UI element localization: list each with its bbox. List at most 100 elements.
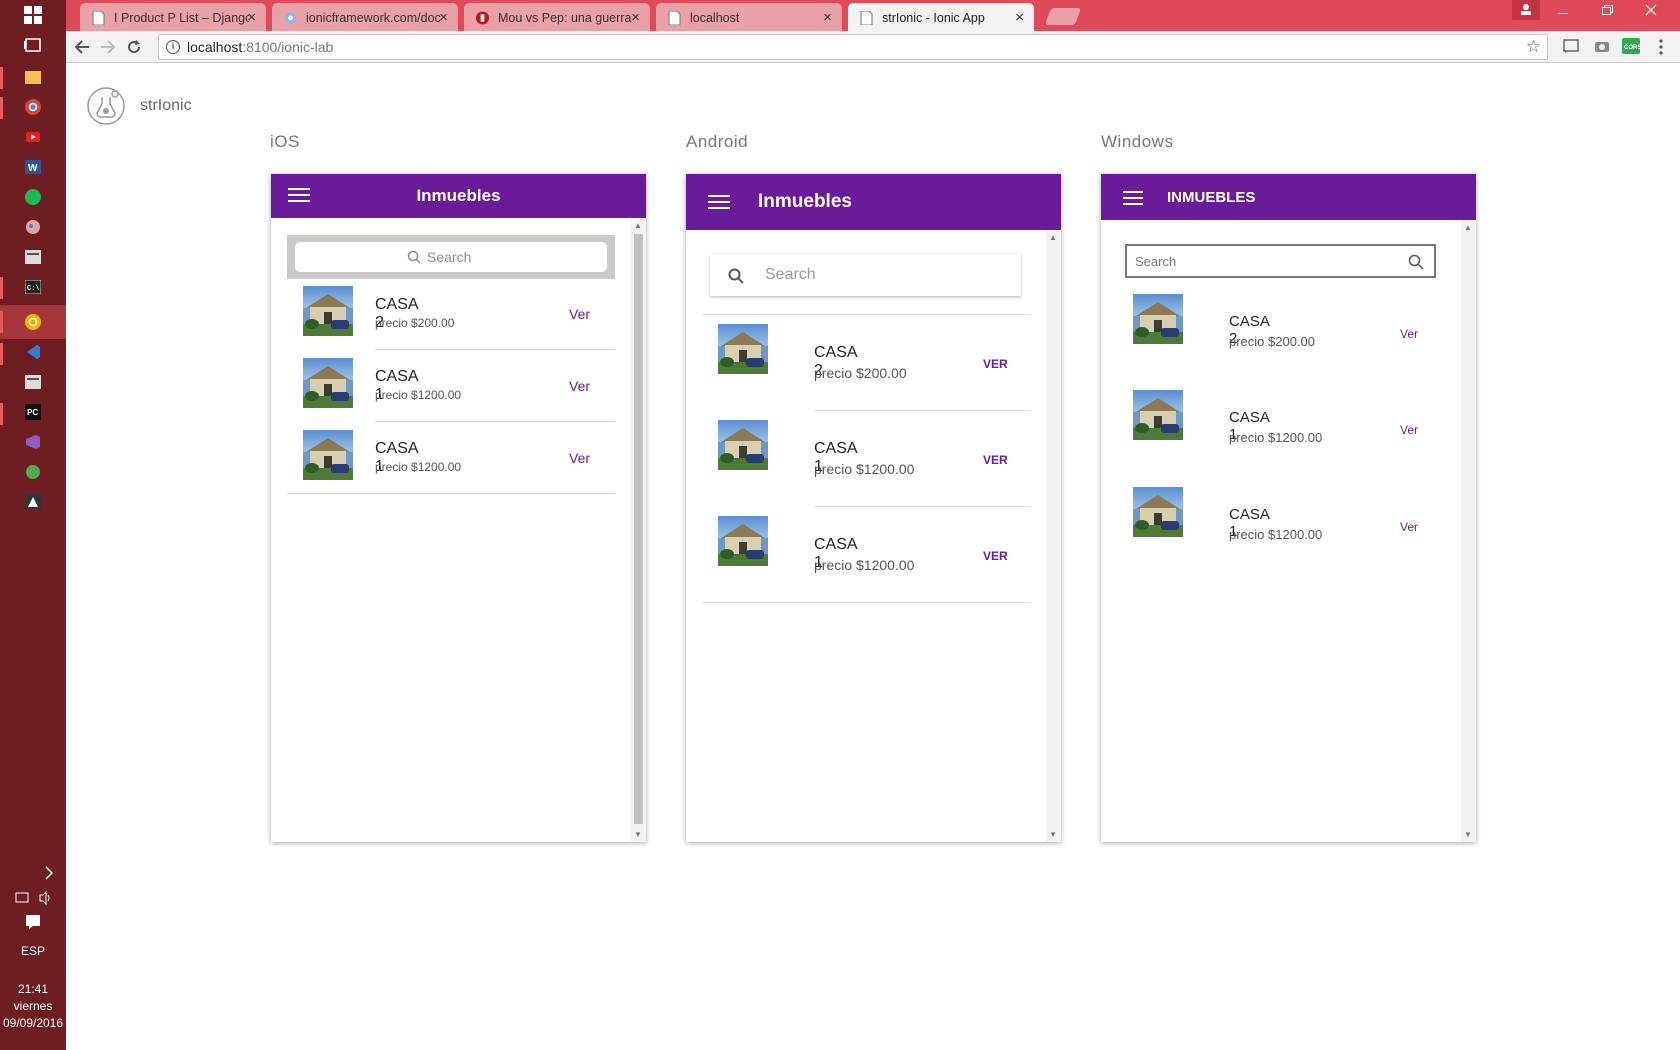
close-icon[interactable]: × bbox=[631, 9, 640, 26]
camera-icon[interactable] bbox=[1593, 38, 1611, 56]
scroll-thumb[interactable] bbox=[634, 234, 643, 824]
ver-button[interactable]: Ver bbox=[1400, 520, 1418, 534]
ver-button[interactable]: VER bbox=[983, 453, 1008, 467]
menu-kebab-icon[interactable] bbox=[1652, 38, 1670, 56]
tab-django[interactable]: I Product P List – Django × bbox=[80, 3, 266, 31]
search-input[interactable]: Search bbox=[295, 242, 607, 272]
scrollbar[interactable]: ▲ ▼ bbox=[631, 218, 646, 842]
tab-label: strIonic - Ionic App bbox=[882, 11, 985, 25]
minimize-button[interactable] bbox=[1546, 3, 1580, 21]
tab-label: ionicframework.com/doc bbox=[306, 11, 441, 25]
app-icon[interactable] bbox=[24, 373, 42, 391]
search-input[interactable]: Search bbox=[710, 254, 1021, 296]
search-input[interactable]: Search bbox=[1125, 244, 1436, 278]
cors-extension-icon[interactable]: CORS bbox=[1622, 38, 1641, 56]
command-prompt-icon[interactable]: C:\ bbox=[24, 278, 42, 296]
pycharm-icon[interactable]: PC bbox=[24, 403, 42, 421]
app-icon[interactable] bbox=[24, 248, 42, 266]
app-globe-icon[interactable] bbox=[24, 463, 42, 481]
svg-text:CORS: CORS bbox=[1624, 45, 1640, 51]
windows-start-icon[interactable] bbox=[24, 6, 42, 24]
android-toolbar: Inmuebles bbox=[686, 174, 1061, 230]
tab-localhost[interactable]: localhost × bbox=[656, 3, 842, 31]
taskbar-running-indicator bbox=[0, 311, 3, 333]
house-thumbnail bbox=[718, 420, 768, 470]
ver-button[interactable]: VER bbox=[983, 357, 1008, 371]
word-icon[interactable]: W bbox=[24, 158, 42, 176]
scroll-up-icon[interactable]: ▲ bbox=[1049, 233, 1057, 242]
windows-taskbar: W C:\ PC ESP 21:41 viernes 09/09/2016 bbox=[0, 0, 66, 1050]
app-icon[interactable] bbox=[24, 493, 42, 511]
chrome-icon[interactable] bbox=[24, 98, 42, 116]
search-icon bbox=[728, 268, 744, 284]
page-title: INMUEBLES bbox=[1167, 189, 1256, 206]
clock-date[interactable]: 09/09/2016 bbox=[0, 1015, 66, 1032]
restore-button[interactable] bbox=[1590, 3, 1624, 21]
spotify-icon[interactable] bbox=[24, 188, 42, 206]
ver-button[interactable]: Ver bbox=[569, 450, 590, 466]
ver-button[interactable]: Ver bbox=[569, 306, 590, 322]
svg-text:C:\: C:\ bbox=[27, 285, 40, 293]
close-icon bbox=[1645, 4, 1657, 16]
close-icon[interactable]: × bbox=[1015, 9, 1024, 26]
new-tab-button[interactable] bbox=[1044, 8, 1082, 25]
youtube-icon[interactable] bbox=[24, 128, 42, 146]
paint-icon[interactable] bbox=[24, 218, 42, 236]
network-volume-icons[interactable] bbox=[14, 889, 54, 907]
back-button[interactable] bbox=[71, 36, 93, 58]
item-price: precio $1200.00 bbox=[814, 461, 915, 477]
item-price: precio $1200.00 bbox=[375, 460, 462, 474]
tab-mou-vs-pep[interactable]: Mou vs Pep: una guerra d × bbox=[464, 3, 650, 31]
taskbar-running-indicator bbox=[0, 277, 3, 299]
platform-label-ios: iOS bbox=[270, 132, 300, 151]
close-icon[interactable]: × bbox=[823, 9, 832, 26]
info-icon[interactable]: i bbox=[166, 40, 180, 54]
bookmark-star-icon[interactable]: ☆ bbox=[1526, 35, 1541, 59]
input-language[interactable]: ESP bbox=[0, 943, 66, 960]
scrollbar[interactable]: ▲ ▼ bbox=[1046, 230, 1061, 842]
task-view-icon[interactable] bbox=[24, 36, 42, 54]
scroll-up-icon[interactable]: ▲ bbox=[634, 221, 642, 230]
tab-ionic-docs[interactable]: ionicframework.com/doc × bbox=[272, 3, 458, 31]
scrollbar[interactable]: ▲ ▼ bbox=[1461, 220, 1476, 842]
notifications-icon[interactable] bbox=[24, 913, 42, 931]
scroll-down-icon[interactable]: ▼ bbox=[1464, 830, 1472, 839]
scroll-down-icon[interactable]: ▼ bbox=[634, 830, 642, 839]
ver-button[interactable]: Ver bbox=[1400, 327, 1418, 341]
house-thumbnail bbox=[718, 324, 768, 374]
browser-toolbar: i localhost:8100/ionic-lab ☆ CORS bbox=[66, 31, 1680, 63]
ver-button[interactable]: Ver bbox=[1400, 423, 1418, 437]
house-thumbnail bbox=[1133, 487, 1183, 537]
close-icon[interactable]: × bbox=[439, 9, 448, 26]
taskbar-running-indicator bbox=[0, 343, 3, 365]
cast-icon[interactable] bbox=[1562, 38, 1580, 56]
item-price: precio $200.00 bbox=[375, 316, 455, 330]
visual-studio-icon[interactable] bbox=[24, 433, 42, 451]
ver-button[interactable]: VER bbox=[983, 549, 1008, 563]
divider bbox=[702, 314, 1030, 315]
menu-icon[interactable] bbox=[708, 195, 730, 211]
house-thumbnail bbox=[1133, 294, 1183, 344]
ver-button[interactable]: Ver bbox=[569, 378, 590, 394]
page-icon bbox=[860, 11, 873, 25]
menu-icon[interactable] bbox=[1123, 191, 1143, 207]
forward-button[interactable] bbox=[97, 36, 119, 58]
chrome-canary-icon[interactable] bbox=[24, 313, 42, 331]
clock-time[interactable]: 21:41 bbox=[0, 981, 66, 998]
divider bbox=[702, 602, 1030, 603]
chevron-right-icon[interactable] bbox=[40, 864, 58, 882]
profile-button[interactable] bbox=[1512, 0, 1540, 20]
clock-day[interactable]: viernes bbox=[0, 998, 66, 1015]
divider bbox=[814, 410, 1030, 411]
scroll-up-icon[interactable]: ▲ bbox=[1464, 223, 1472, 232]
vscode-icon[interactable] bbox=[24, 343, 42, 361]
house-thumbnail bbox=[303, 358, 353, 408]
scroll-down-icon[interactable]: ▼ bbox=[1049, 830, 1057, 839]
close-window-button[interactable] bbox=[1634, 3, 1668, 21]
reload-button[interactable] bbox=[123, 36, 145, 58]
file-explorer-icon[interactable] bbox=[24, 68, 42, 86]
close-icon[interactable]: × bbox=[247, 9, 256, 26]
tab-label: localhost bbox=[690, 11, 740, 25]
address-bar[interactable]: i localhost:8100/ionic-lab ☆ bbox=[158, 34, 1548, 60]
tab-strionic-active[interactable]: strIonic - Ionic App × bbox=[848, 3, 1034, 31]
